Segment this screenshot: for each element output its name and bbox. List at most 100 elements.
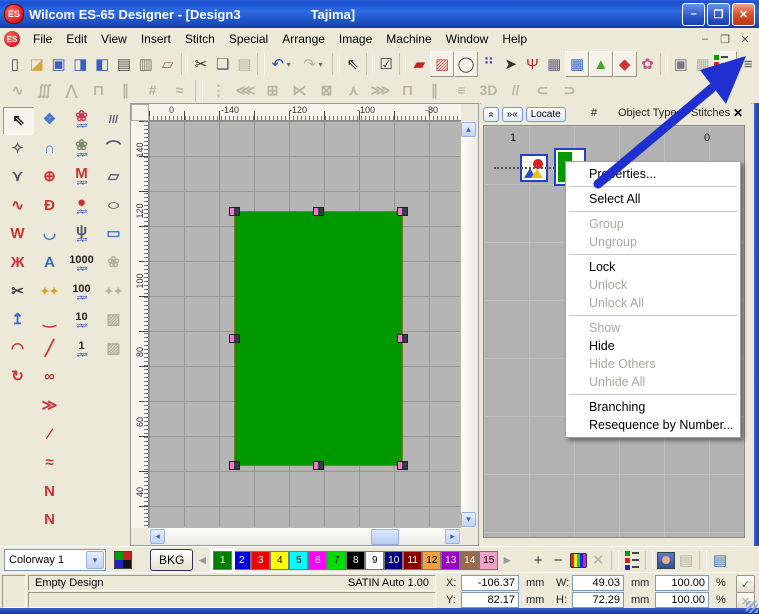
measure-width-tool[interactable]: W <box>3 221 32 247</box>
bitmap-image-icon[interactable]: ✿ <box>637 52 659 76</box>
single-run-tool[interactable]: ∕ <box>35 422 64 448</box>
print-preview-icon[interactable]: ▥ <box>135 52 157 76</box>
fork-spacing-tool[interactable]: ψ⇄⇄ <box>67 221 96 247</box>
rectangle-tool[interactable]: ▭ <box>99 221 128 247</box>
mirror-merge-tool[interactable]: ❀⇄⇄ <box>67 136 96 162</box>
menu-machine[interactable]: Machine <box>379 30 438 48</box>
auto-apply-checkbox-icon[interactable]: ☑ <box>375 52 397 76</box>
color-swatch-10[interactable]: 10 <box>384 551 403 570</box>
color-swatch-14[interactable]: 14 <box>460 551 479 570</box>
close-button[interactable]: ✕ <box>732 3 755 26</box>
color-swatch-9[interactable]: 9 <box>365 551 384 570</box>
color-swatch-11[interactable]: 11 <box>403 551 422 570</box>
scroll-left-button[interactable]: ◂ <box>150 529 165 544</box>
fill-n-tool[interactable]: N <box>35 507 64 533</box>
mdi-minimize-button[interactable]: – <box>697 32 713 47</box>
cut-icon[interactable]: ✂ <box>190 52 212 76</box>
menu-view[interactable]: View <box>94 30 134 48</box>
bkg-button[interactable]: BKG <box>150 549 193 571</box>
menu-stitch[interactable]: Stitch <box>178 30 222 48</box>
value-1000-tool[interactable]: 1000⇄⇄ <box>67 250 96 276</box>
resize-handle-sw[interactable] <box>229 461 240 470</box>
ellipse-tool[interactable]: ○ <box>99 193 128 219</box>
curve-angle-tool[interactable]: ⌒ <box>99 136 128 162</box>
resize-handle-w[interactable] <box>229 334 240 343</box>
dropdown-arrow-icon[interactable]: ▾ <box>318 60 328 69</box>
stitch-dots-icon[interactable]: ⠛ <box>478 52 500 76</box>
run-line-tool[interactable]: ╱ <box>35 336 64 362</box>
document-logo-icon[interactable]: ES <box>4 31 20 47</box>
print-icon[interactable]: ▤ <box>113 52 135 76</box>
resize-handle-s[interactable] <box>313 461 324 470</box>
resize-handle-se[interactable] <box>397 461 408 470</box>
context-item-lock[interactable]: Lock <box>567 258 739 276</box>
new-file-icon[interactable]: ▯ <box>4 52 26 76</box>
mdi-close-button[interactable]: ✕ <box>737 32 753 47</box>
overview-window-icon[interactable]: ▦ <box>565 51 589 77</box>
needle-up-tool[interactable]: ↥ <box>3 307 32 333</box>
scroll-up-button[interactable]: ▴ <box>461 122 476 137</box>
scroll-down-button[interactable]: ▾ <box>461 512 476 527</box>
x-field[interactable]: -106.37 <box>461 575 519 591</box>
palette-scroll-right-icon[interactable]: ► <box>501 553 513 567</box>
open-file-icon[interactable]: ◪ <box>26 52 48 76</box>
context-item-resequence-by-number[interactable]: Resequence by Number... <box>567 416 739 434</box>
design-overlap-icon[interactable]: ≡ <box>737 52 759 76</box>
color-swatch-13[interactable]: 13 <box>441 551 460 570</box>
ruler-origin-box[interactable] <box>131 104 149 121</box>
panel-close-button[interactable]: ✕ <box>733 106 743 120</box>
outline-n-tool[interactable]: N <box>35 479 64 505</box>
resize-handle-nw[interactable] <box>229 207 240 216</box>
menu-image[interactable]: Image <box>332 30 379 48</box>
undo-icon[interactable]: ↶▾ <box>267 52 289 76</box>
show-objects-icon[interactable]: ◆ <box>613 51 637 77</box>
menu-file[interactable]: File <box>26 30 59 48</box>
value-10-tool[interactable]: 10⇄⇄ <box>67 307 96 333</box>
scan-icon[interactable]: ▱ <box>157 52 179 76</box>
color-swatch-6[interactable]: 6 <box>308 551 327 570</box>
chain-stitch-tool[interactable]: ∞ <box>35 364 64 390</box>
scale-y-field[interactable]: 100.00 <box>655 592 709 608</box>
color-swatch-12[interactable]: 12 <box>422 551 441 570</box>
menu-edit[interactable]: Edit <box>59 30 94 48</box>
grid-icon[interactable]: ▦ <box>543 52 565 76</box>
picture-frame-icon[interactable]: ▣ <box>670 52 692 76</box>
value-1-tool[interactable]: 1⇄⇄ <box>67 336 96 362</box>
digitize-tool[interactable]: Đ <box>35 193 64 219</box>
figures-pair-tool[interactable]: ✦✦ <box>35 279 64 305</box>
color-swatch-2[interactable]: 2 <box>232 551 251 570</box>
scroll-right-button[interactable]: ▸ <box>445 529 460 544</box>
color-object-list-small-icon[interactable] <box>622 550 642 570</box>
cut-zigzag-tool[interactable]: Ж <box>3 250 32 276</box>
menu-arrange[interactable]: Arrange <box>275 30 332 48</box>
w-field[interactable]: 49.03 <box>572 575 624 591</box>
y-field[interactable]: 82.17 <box>461 592 519 608</box>
wreath-tool[interactable]: ❀⇄⇄ <box>67 107 96 133</box>
menu-help[interactable]: Help <box>495 30 534 48</box>
portrait-icon[interactable] <box>656 550 676 570</box>
stitch-select-tool[interactable]: ∿ <box>3 193 32 219</box>
rotate-ellipse-tool[interactable]: ↻ <box>3 364 32 390</box>
resize-handle-ne[interactable] <box>397 207 408 216</box>
canvas-grid[interactable] <box>149 121 461 528</box>
color-swatch-15[interactable]: 15 <box>479 551 498 570</box>
scale-x-field[interactable]: 100.00 <box>655 575 709 591</box>
fill-sample-icon[interactable]: ▨ <box>430 51 454 77</box>
select-object-tool[interactable]: ⇖ <box>3 107 34 135</box>
color-swatch-1[interactable]: 1 <box>213 551 232 570</box>
menu-special[interactable]: Special <box>222 30 275 48</box>
resize-handle-n[interactable] <box>313 207 324 216</box>
color-swatch-4[interactable]: 4 <box>270 551 289 570</box>
context-item-select-all[interactable]: Select All <box>567 190 739 208</box>
kidney-shape-tool[interactable]: ◡ <box>35 221 64 247</box>
color-swatch-8[interactable]: 8 <box>346 551 365 570</box>
locate-button[interactable]: Locate <box>526 107 566 122</box>
color-swatch-7[interactable]: 7 <box>327 551 346 570</box>
copy-icon[interactable]: ❏ <box>212 52 234 76</box>
resize-handle-e[interactable] <box>397 334 408 343</box>
save-to-machine-icon[interactable]: ◨ <box>69 52 91 76</box>
thread-colors-icon[interactable] <box>568 550 588 570</box>
zigzag-spacing-tool[interactable]: M⇄⇄ <box>67 164 96 190</box>
color-swatch-3[interactable]: 3 <box>251 551 270 570</box>
menu-window[interactable]: Window <box>439 30 496 48</box>
